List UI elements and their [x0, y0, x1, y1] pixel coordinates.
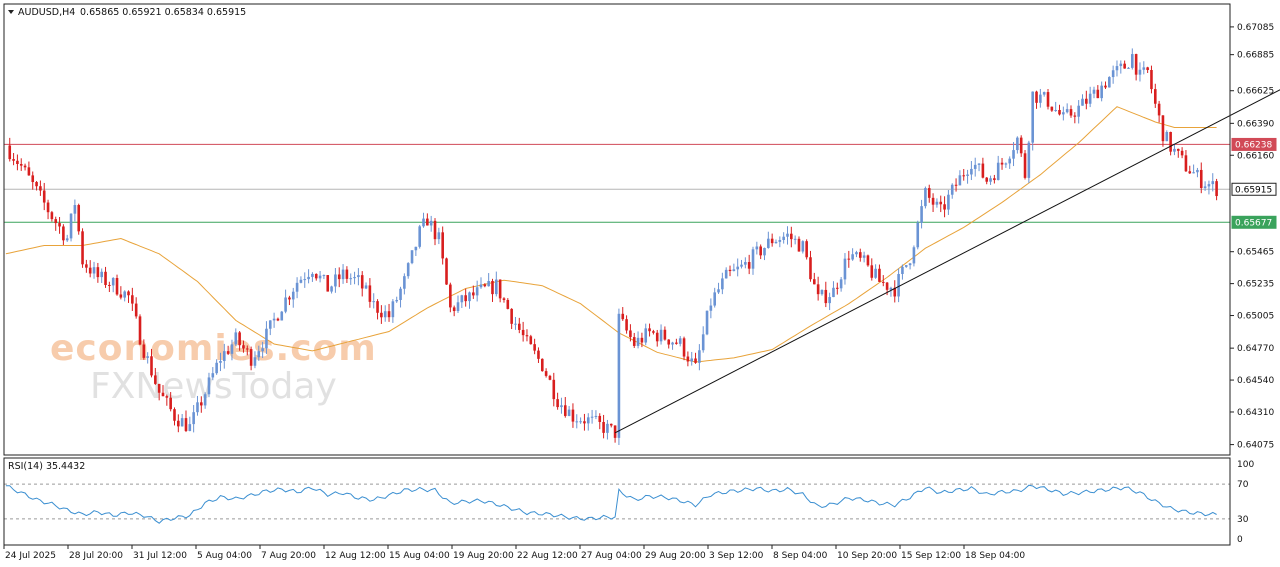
ohlc-values: 0.65865 0.65921 0.65834 0.65915	[80, 7, 246, 18]
rsi-title: RSI(14) 35.4432	[8, 461, 85, 472]
candle	[410, 250, 414, 265]
x-tick-label: 3 Sep 12:00	[709, 551, 764, 561]
y-tick-label: 0.66625	[1237, 87, 1274, 97]
y-tick-label: 0.65235	[1237, 280, 1274, 290]
candle	[1031, 91, 1034, 151]
candle	[866, 254, 870, 267]
x-tick-label: 24 Jul 2025	[5, 551, 56, 561]
y-tick-label: 0.65465	[1237, 248, 1274, 258]
x-tick-label: 10 Sep 20:00	[837, 551, 897, 561]
candle	[924, 186, 927, 209]
candle	[1023, 150, 1027, 180]
y-tick-label: 0.66160	[1237, 151, 1274, 161]
x-tick-label: 12 Aug 12:00	[325, 551, 386, 561]
candle	[418, 224, 421, 249]
x-tick-label: 28 Jul 20:00	[69, 551, 123, 561]
candle	[81, 228, 84, 268]
x-tick-label: 8 Sep 04:00	[773, 551, 828, 561]
x-tick-label: 27 Aug 04:00	[581, 551, 642, 561]
candle	[138, 314, 142, 346]
rsi-tick-label: 70	[1237, 480, 1249, 490]
candle	[1027, 140, 1031, 184]
x-tick-label: 7 Aug 20:00	[261, 551, 316, 561]
x-tick-label: 18 Sep 04:00	[965, 551, 1025, 561]
y-tick-label: 0.64540	[1237, 376, 1274, 386]
candle	[77, 203, 81, 235]
x-tick-label: 15 Aug 04:00	[389, 551, 450, 561]
x-tick-label: 19 Aug 20:00	[453, 551, 514, 561]
symbol-timeframe: AUDUSD,H4	[18, 7, 75, 18]
y-tick-label: 0.65005	[1237, 312, 1274, 322]
y-tick-label: 0.66390	[1237, 119, 1274, 129]
y-tick-label: 0.64770	[1237, 344, 1274, 354]
candle	[445, 257, 448, 285]
y-tick-label: 0.64075	[1237, 441, 1274, 451]
candle	[1108, 76, 1111, 88]
rsi-tick-label: 30	[1237, 515, 1249, 525]
candle	[705, 310, 709, 336]
candle	[617, 308, 621, 445]
watermark: economies.com FXNewsToday	[50, 328, 377, 407]
x-tick-label: 5 Aug 04:00	[197, 551, 252, 561]
rsi-tick-label: 0	[1237, 535, 1243, 545]
candle	[916, 220, 920, 250]
chart-header: AUDUSD,H4 0.65865 0.65921 0.65834 0.6591…	[8, 7, 246, 18]
watermark-brand-top: economies.com	[50, 328, 377, 369]
x-tick-label: 22 Aug 12:00	[517, 551, 578, 561]
y-tick-label: 0.66885	[1237, 51, 1274, 61]
candle	[912, 245, 916, 267]
y-tick-label: 0.67085	[1237, 23, 1274, 33]
level-badge-label: 0.66238	[1235, 140, 1272, 150]
level-badge-label: 0.65677	[1235, 218, 1272, 228]
candle	[805, 239, 808, 260]
candle	[69, 213, 73, 242]
x-tick-label: 15 Sep 12:00	[901, 551, 961, 561]
x-tick-label: 31 Jul 12:00	[133, 551, 187, 561]
candle	[1046, 89, 1050, 110]
candle	[326, 275, 330, 292]
level-badge-label: 0.65915	[1235, 185, 1272, 195]
rsi-tick-label: 100	[1237, 460, 1254, 470]
y-tick-label: 0.64310	[1237, 408, 1274, 418]
candle	[529, 334, 533, 345]
watermark-brand-bottom: FXNewsToday	[90, 366, 337, 407]
candle	[280, 310, 284, 321]
x-tick-label: 29 Aug 20:00	[645, 551, 706, 561]
candle	[540, 358, 544, 372]
chart-area: economies.com FXNewsToday 0.67085 0.66885…	[0, 0, 1280, 567]
